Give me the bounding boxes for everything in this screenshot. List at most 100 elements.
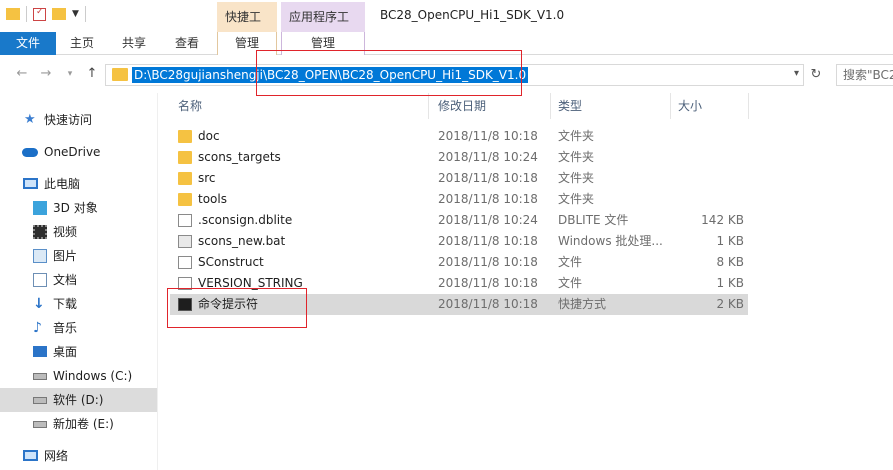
- file-row-command-prompt[interactable]: 命令提示符 2018/11/8 10:18 快捷方式 2 KB: [170, 294, 748, 315]
- sidebar-item-label: 音乐: [53, 321, 78, 335]
- sidebar-item-onedrive[interactable]: OneDrive: [0, 140, 157, 164]
- sidebar-item-desktop[interactable]: 桌面: [0, 340, 157, 364]
- cloud-icon: [22, 148, 38, 157]
- sidebar-item-label: 下载: [53, 297, 78, 311]
- sidebar-item-documents[interactable]: 文档: [0, 268, 157, 292]
- sidebar-item-label: 软件 (D:): [53, 393, 104, 407]
- file-date: 2018/11/8 10:18: [438, 276, 538, 290]
- tab-file[interactable]: 文件: [0, 32, 56, 55]
- file-type: 文件夹: [558, 129, 595, 143]
- sidebar-item-music[interactable]: ♪ 音乐: [0, 316, 157, 340]
- file-row-scons-targets[interactable]: scons_targets 2018/11/8 10:24 文件夹: [170, 147, 748, 168]
- file-row-version-string[interactable]: VERSION_STRING 2018/11/8 10:18 文件 1 KB: [170, 273, 748, 294]
- file-icon: [178, 214, 192, 227]
- file-size: 1 KB: [716, 234, 744, 248]
- drive-icon: [33, 421, 47, 428]
- title-bar: ✓ ▼ 快捷工具 应用程序工具 BC28_OpenCPU_Hi1_SDK_V1.…: [0, 0, 893, 54]
- file-date: 2018/11/8 10:24: [438, 213, 538, 227]
- file-date: 2018/11/8 10:18: [438, 192, 538, 206]
- star-icon: ★: [24, 112, 36, 127]
- file-name: 命令提示符: [198, 297, 259, 311]
- document-icon: [33, 273, 47, 287]
- sidebar-item-3d-objects[interactable]: 3D 对象: [0, 196, 157, 220]
- context-tab-quick-tools: 快捷工具: [217, 2, 277, 54]
- tab-share[interactable]: 共享: [114, 32, 154, 55]
- sidebar-item-label: 桌面: [53, 345, 78, 359]
- new-folder-icon[interactable]: [52, 8, 66, 20]
- sidebar-item-videos[interactable]: 视频: [0, 220, 157, 244]
- sidebar-item-label: 文档: [53, 273, 78, 287]
- sidebar-item-network[interactable]: 网络: [0, 444, 157, 468]
- file-date: 2018/11/8 10:24: [438, 150, 538, 164]
- address-dropdown-icon[interactable]: ▾: [794, 68, 799, 79]
- ribbon-tabs: 文件 主页 共享 查看 管理 管理: [0, 32, 893, 55]
- tab-manage-shortcut[interactable]: 管理: [217, 32, 277, 55]
- music-icon: ♪: [33, 320, 42, 336]
- sidebar-item-label: 新加卷 (E:): [53, 417, 114, 431]
- sidebar-item-drive-e[interactable]: 新加卷 (E:): [0, 412, 157, 436]
- picture-icon: [33, 249, 47, 263]
- file-row-sconstruct[interactable]: SConstruct 2018/11/8 10:18 文件 8 KB: [170, 252, 748, 273]
- sidebar-item-drive-c[interactable]: Windows (C:): [0, 364, 157, 388]
- drive-icon: [33, 397, 47, 404]
- recent-locations-chevron-icon[interactable]: ▾: [62, 65, 78, 83]
- file-icon: [178, 277, 192, 290]
- sidebar-item-drive-d[interactable]: 软件 (D:): [0, 388, 157, 412]
- file-type: 文件夹: [558, 150, 595, 164]
- file-size: 1 KB: [716, 276, 744, 290]
- file-date: 2018/11/8 10:18: [438, 255, 538, 269]
- refresh-icon[interactable]: ↻: [806, 65, 826, 85]
- file-row-sconsign[interactable]: .sconsign.dblite 2018/11/8 10:24 DBLITE …: [170, 210, 748, 231]
- sidebar-item-downloads[interactable]: ↓ 下载: [0, 292, 157, 316]
- file-row-src[interactable]: src 2018/11/8 10:18 文件夹: [170, 168, 748, 189]
- column-header-size[interactable]: 大小: [670, 93, 748, 119]
- file-type: DBLITE 文件: [558, 213, 629, 227]
- sidebar-item-label: 网络: [44, 449, 69, 463]
- file-type: 文件: [558, 276, 583, 290]
- properties-icon[interactable]: ✓: [33, 7, 46, 21]
- sidebar-item-label: 此电脑: [44, 177, 81, 191]
- folder-icon: [6, 8, 20, 20]
- command-prompt-icon: [178, 298, 192, 311]
- sidebar-item-quick-access[interactable]: ★ 快速访问: [0, 108, 157, 132]
- window-title: BC28_OpenCPU_Hi1_SDK_V1.0: [380, 8, 565, 22]
- file-size: 142 KB: [701, 213, 744, 227]
- sidebar-item-label: Windows (C:): [53, 369, 133, 383]
- customize-toolbar-icon[interactable]: ▼: [72, 9, 79, 19]
- column-divider[interactable]: [748, 93, 749, 119]
- folder-icon: [178, 193, 192, 206]
- computer-icon: [23, 178, 38, 189]
- cube-icon: [33, 201, 47, 215]
- file-row-doc[interactable]: doc 2018/11/8 10:18 文件夹: [170, 126, 748, 147]
- forward-arrow-icon[interactable]: →: [38, 65, 54, 83]
- sidebar-item-this-pc[interactable]: 此电脑: [0, 172, 157, 196]
- address-bar[interactable]: D:\BC28gujianshengji\BC28_OPEN\BC28_Open…: [105, 64, 804, 86]
- file-type: 快捷方式: [558, 297, 607, 311]
- explorer-window: ✓ ▼ 快捷工具 应用程序工具 BC28_OpenCPU_Hi1_SDK_V1.…: [0, 0, 893, 470]
- file-name: SConstruct: [198, 255, 264, 269]
- search-input[interactable]: 搜索"BC28: [836, 64, 893, 86]
- tab-home[interactable]: 主页: [62, 32, 102, 55]
- up-arrow-icon[interactable]: ↑: [84, 65, 100, 83]
- tab-view[interactable]: 查看: [167, 32, 207, 55]
- column-header-name[interactable]: 名称: [170, 93, 428, 119]
- tab-manage-application[interactable]: 管理: [281, 32, 365, 55]
- file-name: doc: [198, 129, 220, 143]
- file-date: 2018/11/8 10:18: [438, 171, 538, 185]
- navigation-bar: ← → ▾ ↑ D:\BC28gujianshengji\BC28_OPEN\B…: [0, 55, 893, 93]
- sidebar-item-label: 图片: [53, 249, 78, 263]
- file-row-tools[interactable]: tools 2018/11/8 10:18 文件夹: [170, 189, 748, 210]
- back-arrow-icon[interactable]: ←: [14, 65, 30, 83]
- column-header-date[interactable]: 修改日期: [430, 93, 548, 119]
- column-divider[interactable]: [428, 93, 429, 119]
- desktop-icon: [33, 346, 47, 357]
- sidebar-item-label: 3D 对象: [53, 201, 98, 215]
- folder-icon: [178, 151, 192, 164]
- column-header-type[interactable]: 类型: [550, 93, 668, 119]
- sidebar-item-pictures[interactable]: 图片: [0, 244, 157, 268]
- file-name: tools: [198, 192, 227, 206]
- separator: [84, 6, 86, 22]
- file-name: src: [198, 171, 216, 185]
- address-path-text[interactable]: D:\BC28gujianshengji\BC28_OPEN\BC28_Open…: [132, 67, 529, 83]
- file-row-scons-new-bat[interactable]: scons_new.bat 2018/11/8 10:18 Windows 批处…: [170, 231, 748, 252]
